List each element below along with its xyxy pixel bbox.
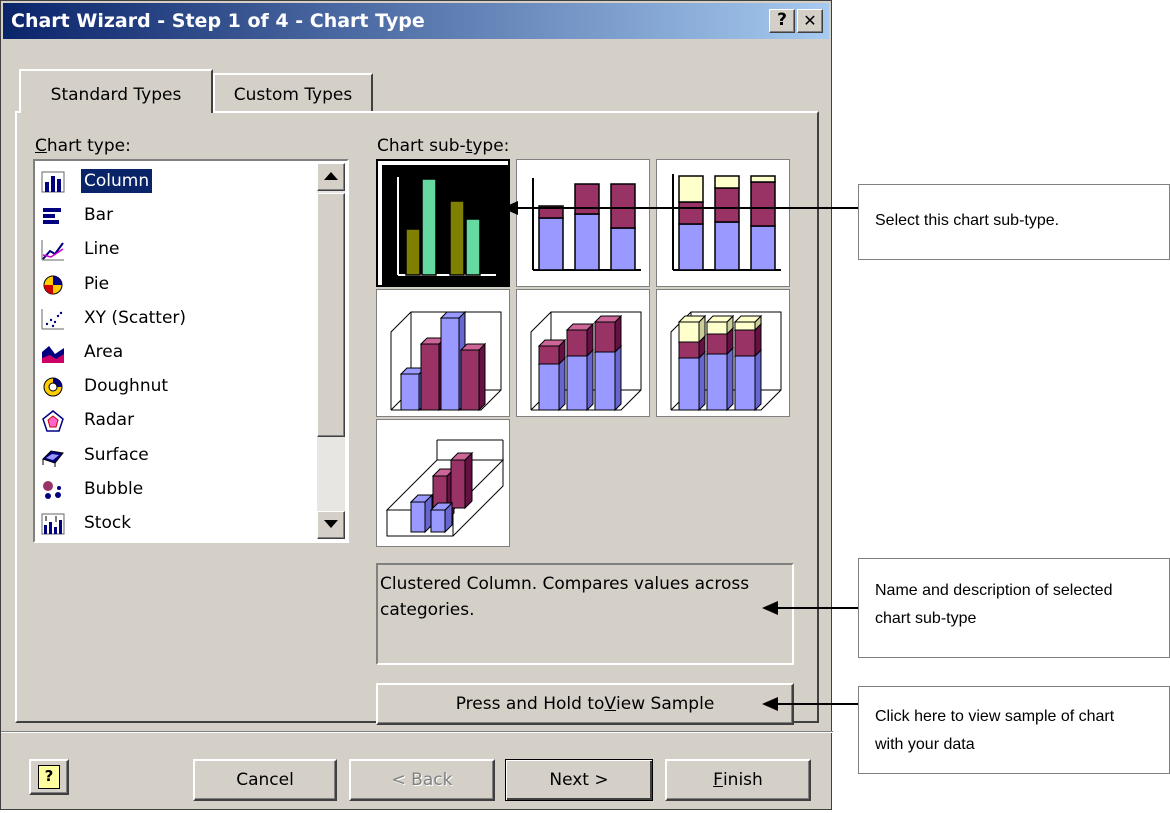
callout-arrow [762, 601, 858, 615]
callout-description: Name and description of selected chart s… [858, 558, 1170, 658]
tab-standard-types[interactable]: Standard Types [19, 69, 213, 113]
tab-label: Standard Types [50, 85, 182, 105]
callout-view-sample: Click here to view sample of chart with … [858, 686, 1170, 774]
callout-select-subtype: Select this chart sub-type. [858, 184, 1170, 260]
callout-arrow [502, 201, 858, 215]
callout-arrow [762, 697, 858, 711]
